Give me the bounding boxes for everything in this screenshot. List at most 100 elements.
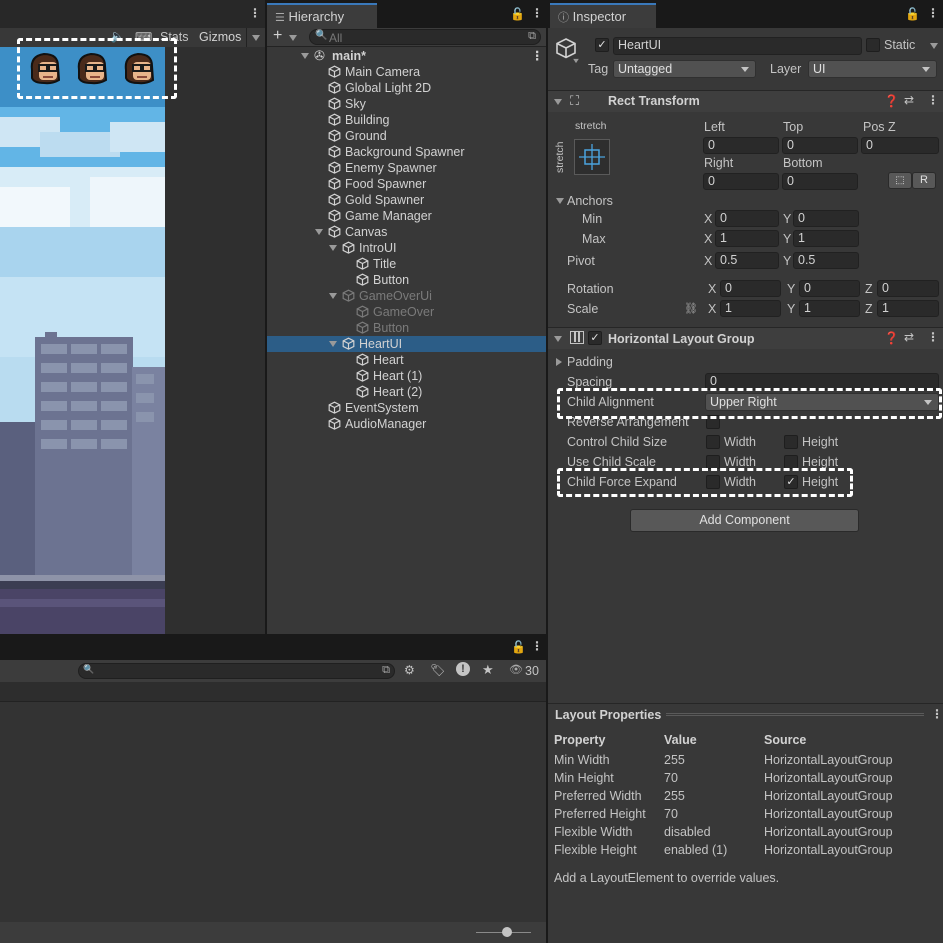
scale-y-field[interactable]: 1 xyxy=(799,300,860,317)
posz-field[interactable]: 0 xyxy=(861,137,939,154)
anchor-min-y-field[interactable]: 0 xyxy=(793,210,859,227)
scale-z-field[interactable]: 1 xyxy=(877,300,939,317)
control-width-checkbox[interactable] xyxy=(706,435,720,449)
gizmos-dropdown[interactable] xyxy=(246,28,264,47)
scene-row[interactable]: ✇ main* ⋮ xyxy=(267,48,546,64)
more-options-icon[interactable]: ⋮ xyxy=(531,639,543,653)
more-options-icon[interactable]: ⋮ xyxy=(249,6,261,20)
hierarchy-item[interactable]: Gold Spawner xyxy=(267,192,546,208)
rotation-x-field[interactable]: 0 xyxy=(720,280,781,297)
drag-handle[interactable] xyxy=(666,713,924,716)
filter-by-label-icon[interactable]: 🏷 xyxy=(430,663,445,677)
more-options-icon[interactable]: ⋮ xyxy=(531,48,544,63)
hierarchy-item[interactable]: Button xyxy=(267,272,546,288)
hierarchy-item[interactable]: Enemy Spawner xyxy=(267,160,546,176)
padding-foldout[interactable] xyxy=(556,358,562,366)
scale-width-checkbox[interactable] xyxy=(706,455,720,469)
hierarchy-item[interactable]: Food Spawner xyxy=(267,176,546,192)
hierarchy-item[interactable]: GameOver xyxy=(267,304,546,320)
scene-view[interactable]: ⋮ 🔈 ⌨ Stats Gizmos xyxy=(0,0,265,634)
tag-dropdown[interactable]: Untagged xyxy=(613,60,756,78)
add-component-button[interactable]: Add Component xyxy=(630,509,859,532)
hierarchy-item[interactable]: EventSystem xyxy=(267,400,546,416)
control-height-checkbox[interactable] xyxy=(784,435,798,449)
tab-hierarchy[interactable]: ☰ Hierarchy xyxy=(267,3,377,28)
gizmos-button[interactable]: Gizmos xyxy=(199,30,241,44)
hierarchy-item[interactable]: Sky xyxy=(267,96,546,112)
anchor-min-x-field[interactable]: 0 xyxy=(715,210,779,227)
bottom-field[interactable]: 0 xyxy=(782,173,858,190)
hierarchy-item[interactable]: Background Spawner xyxy=(267,144,546,160)
hierarchy-item[interactable]: Title xyxy=(267,256,546,272)
rect-transform-header[interactable]: ⛶ Rect Transform ❓ ⇄ ⋮ xyxy=(548,90,943,112)
horizontal-layout-group-header[interactable]: ✓ Horizontal Layout Group ❓ ⇄ ⋮ xyxy=(548,327,943,349)
hierarchy-item[interactable]: Heart (2) xyxy=(267,384,546,400)
anchors-foldout[interactable] xyxy=(556,198,564,204)
foldout-arrow-icon[interactable] xyxy=(329,341,337,347)
static-dropdown[interactable] xyxy=(930,43,938,49)
project-search-input[interactable]: 🔍 ⧉ xyxy=(78,663,395,679)
lock-icon[interactable]: 🔓 xyxy=(510,7,525,21)
blueprint-mode-button[interactable]: ⬚ xyxy=(888,172,912,189)
static-checkbox[interactable] xyxy=(866,38,880,52)
scale-height-checkbox[interactable] xyxy=(784,455,798,469)
hierarchy-item[interactable]: AudioManager xyxy=(267,416,546,432)
hierarchy-item[interactable]: Building xyxy=(267,112,546,128)
add-icon[interactable]: + xyxy=(273,27,282,45)
anchor-max-x-field[interactable]: 1 xyxy=(715,230,779,247)
tab-inspector[interactable]: ⓘ Inspector xyxy=(550,3,656,28)
lock-icon[interactable]: 🔓 xyxy=(905,7,920,21)
hierarchy-item[interactable]: Heart (1) xyxy=(267,368,546,384)
constrain-proportions-icon[interactable]: ⛓ xyxy=(684,302,698,315)
hierarchy-item[interactable]: Main Camera xyxy=(267,64,546,80)
lock-icon[interactable]: 🔓 xyxy=(511,640,526,654)
right-field[interactable]: 0 xyxy=(703,173,779,190)
anchor-preset-button[interactable] xyxy=(574,139,610,175)
pivot-y-field[interactable]: 0.5 xyxy=(793,252,859,269)
scale-x-field[interactable]: 1 xyxy=(720,300,781,317)
more-options-icon[interactable]: ⋮ xyxy=(927,6,939,20)
active-checkbox[interactable]: ✓ xyxy=(595,38,609,52)
rotation-y-field[interactable]: 0 xyxy=(799,280,860,297)
foldout-arrow-icon[interactable] xyxy=(329,245,337,251)
preset-icon[interactable]: ⇄ xyxy=(904,93,914,107)
star-icon[interactable]: ★ xyxy=(482,662,494,678)
object-name-field[interactable]: HeartUI xyxy=(613,37,862,55)
hierarchy-item[interactable]: Ground xyxy=(267,128,546,144)
more-options-icon[interactable]: ⋮ xyxy=(931,707,943,721)
warning-icon[interactable]: ! xyxy=(456,662,470,676)
more-options-icon[interactable]: ⋮ xyxy=(927,330,939,344)
gameobject-cube-icon[interactable] xyxy=(555,37,577,59)
hierarchy-item[interactable]: Global Light 2D xyxy=(267,80,546,96)
help-icon[interactable]: ❓ xyxy=(884,94,899,108)
project-content[interactable] xyxy=(0,702,546,922)
pivot-x-field[interactable]: 0.5 xyxy=(715,252,779,269)
hierarchy-item[interactable]: IntroUI xyxy=(267,240,546,256)
preset-icon[interactable]: ⇄ xyxy=(904,330,914,344)
more-options-icon[interactable]: ⋮ xyxy=(531,6,543,20)
component-enabled-checkbox[interactable]: ✓ xyxy=(588,331,602,345)
hierarchy-item[interactable]: Canvas xyxy=(267,224,546,240)
filter-by-type-icon[interactable]: ⚙ xyxy=(404,663,415,677)
layer-dropdown[interactable]: UI xyxy=(808,60,937,78)
hierarchy-item[interactable]: GameOverUi xyxy=(267,288,546,304)
left-field[interactable]: 0 xyxy=(703,137,779,154)
foldout-arrow-icon[interactable] xyxy=(329,293,337,299)
hierarchy-item[interactable]: Heart xyxy=(267,352,546,368)
zoom-slider-thumb[interactable] xyxy=(502,927,512,937)
hierarchy-item[interactable]: Button xyxy=(267,320,546,336)
search-options-icon[interactable]: ⧉ xyxy=(528,30,536,43)
top-field[interactable]: 0 xyxy=(782,137,858,154)
chevron-down-icon[interactable] xyxy=(289,35,297,41)
raw-edit-button[interactable]: R xyxy=(912,172,936,189)
help-icon[interactable]: ❓ xyxy=(884,331,899,345)
hierarchy-item[interactable]: HeartUI xyxy=(267,336,546,352)
more-options-icon[interactable]: ⋮ xyxy=(927,93,939,107)
anchor-max-y-field[interactable]: 1 xyxy=(793,230,859,247)
hierarchy-item[interactable]: Game Manager xyxy=(267,208,546,224)
search-options-icon[interactable]: ⧉ xyxy=(382,664,390,677)
game-viewport[interactable] xyxy=(0,47,165,634)
hierarchy-search-input[interactable]: 🔍 All ⧉ xyxy=(309,29,541,45)
foldout-arrow-icon[interactable] xyxy=(315,229,323,235)
rotation-z-field[interactable]: 0 xyxy=(877,280,939,297)
